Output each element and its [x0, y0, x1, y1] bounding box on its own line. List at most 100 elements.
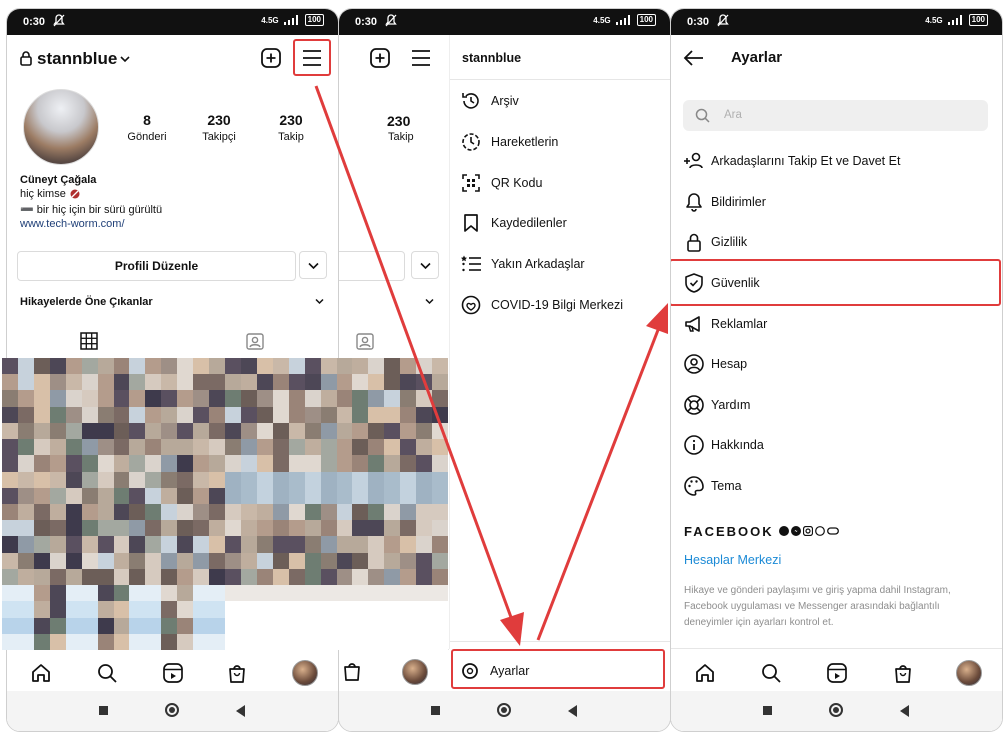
recents-button[interactable] — [99, 706, 108, 715]
photo-pixel — [368, 552, 385, 569]
shop-icon[interactable] — [889, 659, 917, 687]
username[interactable]: stannblue — [37, 49, 117, 69]
chevron-down-icon[interactable] — [120, 55, 130, 63]
recents-button[interactable] — [763, 706, 772, 715]
search-bar[interactable]: Ara — [683, 100, 988, 131]
back-system-button[interactable] — [236, 705, 245, 717]
suggest-toggle-button[interactable] — [411, 251, 439, 279]
status-bar: 0:30 4.5G 100 — [7, 9, 338, 35]
photo-pixel — [240, 617, 257, 634]
back-system-button[interactable] — [900, 705, 909, 717]
back-arrow-icon[interactable] — [683, 49, 705, 67]
photo-pixel — [225, 487, 241, 504]
home-system-button[interactable] — [829, 703, 843, 717]
settings-item-follow-invite[interactable]: Arkadaşlarını Takip Et ve Davet Et — [683, 149, 900, 173]
new-post-icon[interactable] — [369, 47, 391, 69]
search-icon[interactable] — [93, 659, 121, 687]
home-icon[interactable] — [27, 659, 55, 687]
status-right: 4.5G 100 — [925, 14, 988, 26]
photo-pixel — [416, 585, 433, 602]
reels-icon[interactable] — [159, 659, 187, 687]
mute-bell-icon — [385, 14, 397, 27]
home-system-button[interactable] — [497, 703, 511, 717]
signal-icon — [283, 15, 298, 25]
settings-item-theme[interactable]: Tema — [683, 474, 742, 498]
stat-label: Takipçi — [202, 131, 236, 143]
photo-pixel — [368, 487, 385, 504]
photo-pixel — [368, 585, 385, 602]
photo-pixel — [97, 487, 114, 504]
settings-item-help[interactable]: Yardım — [683, 393, 750, 417]
photo-pixel — [129, 617, 146, 634]
menu-item-qr[interactable]: QR Kodu — [460, 171, 542, 195]
settings-item-account[interactable]: Hesap — [683, 352, 747, 376]
hamburger-menu-icon[interactable] — [410, 48, 432, 68]
stat-posts[interactable]: 8 Gönderi — [119, 112, 175, 143]
photo-pixel — [416, 374, 433, 391]
menu-item-activity[interactable]: Hareketlerin — [460, 130, 558, 154]
shop-icon[interactable] — [341, 660, 363, 682]
photo-pixel — [97, 406, 114, 423]
photo-pixel — [33, 520, 50, 537]
stat-followers[interactable]: 230 Takipçi — [191, 112, 247, 143]
website-link[interactable]: www.tech-worm.com/ — [20, 218, 125, 230]
photo-pixel — [209, 568, 225, 586]
photo-pixel — [288, 455, 305, 472]
profile-tab-avatar[interactable] — [402, 659, 428, 685]
photo-pixel — [240, 422, 257, 440]
photo-pixel — [2, 585, 18, 602]
menu-item-saved[interactable]: Kaydedilenler — [460, 211, 567, 235]
messenger-icon — [791, 526, 801, 536]
settings-item-ads[interactable]: Reklamlar — [683, 312, 767, 336]
home-icon[interactable] — [691, 659, 719, 687]
home-system-button[interactable] — [165, 703, 179, 717]
photo-pixel — [65, 552, 82, 569]
back-system-button[interactable] — [568, 705, 577, 717]
recents-button[interactable] — [431, 706, 440, 715]
photo-pixel — [209, 390, 225, 407]
chevron-down-icon[interactable] — [315, 298, 324, 305]
settings-item-label: Yardım — [711, 398, 751, 412]
edit-profile-button-edge[interactable] — [339, 251, 405, 281]
photo-pixel — [384, 536, 401, 553]
menu-item-archive[interactable]: Arşiv — [460, 89, 519, 113]
photo-pixel — [17, 422, 34, 440]
search-icon[interactable] — [757, 659, 785, 687]
photo-pixel — [193, 536, 210, 553]
menu-item-close-friends[interactable]: Yakın Arkadaşlar — [460, 252, 585, 276]
chevron-down-icon[interactable] — [425, 298, 434, 305]
photo-pixel — [352, 455, 369, 472]
photo-pixel — [432, 390, 448, 407]
photo-pixel — [400, 439, 417, 456]
accounts-center-link[interactable]: Hesaplar Merkezi — [684, 553, 781, 567]
tagged-tab-icon[interactable] — [245, 331, 265, 351]
suggest-toggle-button[interactable] — [299, 251, 327, 279]
settings-item-about[interactable]: Hakkında — [683, 433, 764, 457]
highlights-title[interactable]: Hikayelerde Öne Çıkanlar — [20, 296, 153, 308]
photo-pixel — [177, 568, 194, 586]
tagged-tab-icon[interactable] — [355, 331, 375, 351]
new-post-icon[interactable] — [260, 47, 282, 69]
mute-bell-icon — [53, 14, 65, 27]
stat-following[interactable]: 230 Takip — [263, 112, 319, 143]
shop-icon[interactable] — [223, 659, 251, 687]
profile-tab-avatar[interactable] — [291, 659, 319, 687]
photo-pixel — [432, 585, 448, 602]
pixelated-photo-grid[interactable] — [2, 358, 448, 650]
reels-icon[interactable] — [823, 659, 851, 687]
photo-pixel — [33, 536, 50, 553]
photo-pixel — [432, 601, 448, 618]
profile-avatar[interactable] — [23, 89, 99, 165]
photo-pixel — [17, 601, 34, 618]
settings-item-privacy[interactable]: Gizlilik — [683, 230, 747, 254]
photo-pixel — [161, 406, 178, 423]
photo-pixel — [161, 487, 178, 504]
photo-pixel — [2, 374, 18, 391]
menu-item-covid[interactable]: COVID-19 Bilgi Merkezi — [460, 293, 623, 317]
status-time: 0:30 — [687, 16, 710, 28]
edit-profile-button[interactable]: Profili Düzenle — [17, 251, 296, 281]
grid-tab-icon[interactable] — [80, 332, 98, 350]
settings-item-notifications[interactable]: Bildirimler — [683, 190, 766, 214]
profile-tab-avatar[interactable] — [955, 659, 983, 687]
photo-pixel — [81, 471, 98, 488]
